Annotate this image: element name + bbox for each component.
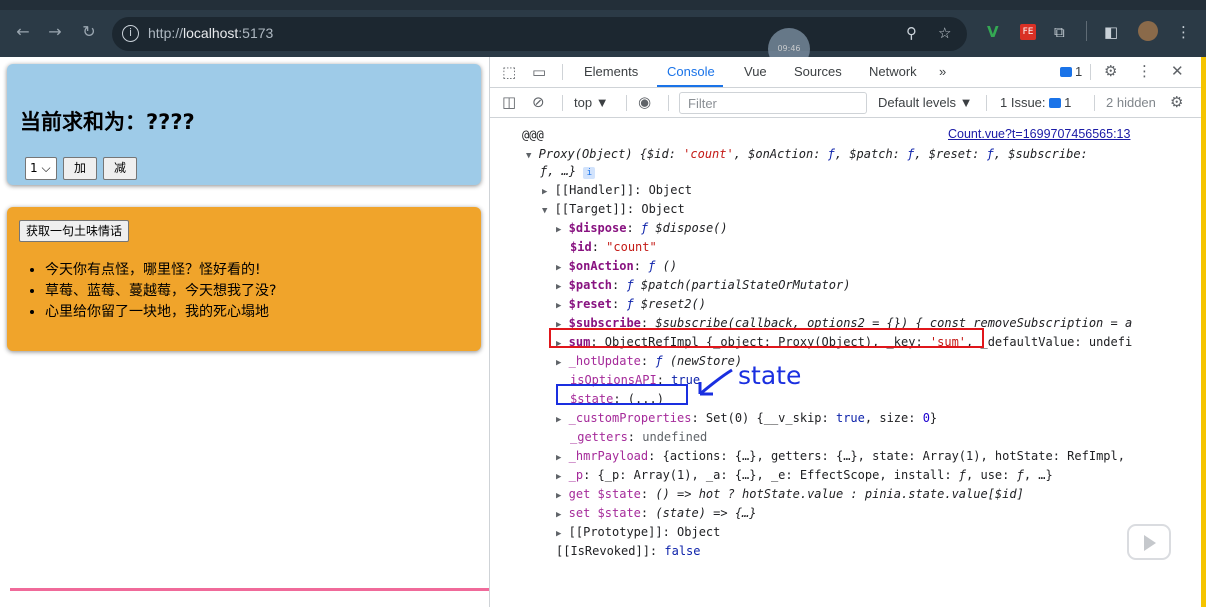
clock-text: 09:46 xyxy=(777,44,801,53)
star-icon[interactable]: ☆ xyxy=(938,24,951,42)
annotation-arrow-icon xyxy=(698,368,733,396)
tree-row-prototype[interactable]: ▶ [[Prototype]]: Object xyxy=(556,523,720,542)
fetch-talk-button[interactable]: 获取一句土味情话 xyxy=(19,220,130,242)
context-select[interactable]: top ▼ xyxy=(574,95,609,110)
tree-row-hmrpayload[interactable]: ▶ _hmrPayload: {actions: {…}, getters: {… xyxy=(556,447,1125,466)
kebab-menu-icon[interactable]: ⋮ xyxy=(1176,23,1191,41)
tree-row-customproperties[interactable]: ▶ _customProperties: Set(0) {__v_skip: t… xyxy=(556,409,937,428)
tab-console[interactable]: Console xyxy=(667,64,715,79)
inspect-icon[interactable]: ⬚ xyxy=(502,63,516,81)
tree-row-set-state[interactable]: ▶ set $state: (state) => {…} xyxy=(556,504,757,523)
sidepanel-icon[interactable]: ◧ xyxy=(1104,23,1118,41)
divider xyxy=(986,95,987,111)
avatar[interactable] xyxy=(1138,21,1158,41)
divider xyxy=(626,95,627,111)
browser-toolbar: ← → ↻ i http://localhost:5173 ⚲ ☆ V FE ⧉… xyxy=(0,0,1206,57)
tree-row-reset[interactable]: ▶ $reset: ƒ $reset2() xyxy=(556,295,706,314)
extension-fe-icon[interactable]: FE xyxy=(1020,24,1036,40)
console-toolbar: ◫ ⊘ top ▼ ◉ Filter Default levels ▼ 1 Is… xyxy=(490,88,1202,118)
issues-badge[interactable]: 1 xyxy=(1060,64,1082,79)
source-link[interactable]: Count.vue?t=1699707456565:13 xyxy=(948,127,1130,141)
tree-row-handler[interactable]: ▶ [[Handler]]: Object xyxy=(542,181,692,200)
divider xyxy=(562,95,563,111)
count-card: 当前求和为：???? 1 ⌵ 加 减 xyxy=(7,64,481,185)
divider xyxy=(668,95,669,111)
play-button-icon[interactable] xyxy=(1127,524,1171,560)
url-text[interactable]: http://localhost:5173 xyxy=(148,25,273,41)
kebab-menu-icon[interactable]: ⋮ xyxy=(1137,62,1152,80)
list-item: 心里给你留了一块地，我的死心塌地 xyxy=(45,302,276,323)
step-select[interactable]: 1 ⌵ xyxy=(25,157,57,180)
app-page: 当前求和为：???? 1 ⌵ 加 减 获取一句土味情话 今天你有点怪，哪里怪？怪… xyxy=(0,57,489,607)
filter-input[interactable]: Filter xyxy=(679,92,867,114)
count-controls: 1 ⌵ 加 减 xyxy=(25,157,138,180)
eye-icon[interactable]: ◉ xyxy=(638,93,651,111)
divider xyxy=(1090,64,1091,80)
tree-row-getters: _getters: undefined xyxy=(570,430,708,444)
tree-row-get-state[interactable]: ▶ get $state: () => hot ? hotState.value… xyxy=(556,485,1024,504)
hidden-count: 2 hidden xyxy=(1106,95,1156,110)
log-label: @@@ xyxy=(522,128,544,142)
annotation-red-box xyxy=(549,328,984,348)
close-icon[interactable]: ✕ xyxy=(1171,62,1184,80)
active-tab-indicator xyxy=(657,85,723,87)
forward-arrow-icon[interactable]: → xyxy=(44,22,66,41)
back-arrow-icon[interactable]: ← xyxy=(12,22,34,41)
puzzle-icon[interactable]: ⧉ xyxy=(1054,23,1065,41)
log-levels-select[interactable]: Default levels ▼ xyxy=(878,95,973,110)
tree-row-dispose[interactable]: ▶ $dispose: ƒ $dispose() xyxy=(556,219,728,238)
log-object-cont: ƒ, …} i xyxy=(540,162,596,181)
tree-row-p[interactable]: ▶ _p: {_p: Array(1), _a: {…}, _e: Effect… xyxy=(556,466,1053,485)
info-icon[interactable]: i xyxy=(122,25,139,42)
devtools-tabbar: ⬚ ▭ Elements Console Vue Sources Network… xyxy=(490,57,1202,88)
log-object[interactable]: ▼ Proxy(Object) {$id: 'count', $onAction… xyxy=(526,145,1088,164)
reload-icon[interactable]: ↻ xyxy=(78,22,100,41)
sum-title: 当前求和为：???? xyxy=(20,110,195,134)
message-icon xyxy=(1060,67,1072,77)
extension-v-icon[interactable]: V xyxy=(987,23,999,41)
tree-row-isrevoked: [[IsRevoked]]: false xyxy=(556,544,701,558)
tab-vue[interactable]: Vue xyxy=(744,64,767,79)
console-output: @@@ Count.vue?t=1699707456565:13 ▼ Proxy… xyxy=(490,119,1202,607)
window-edge xyxy=(1201,57,1206,607)
tab-sources[interactable]: Sources xyxy=(794,64,842,79)
annotation-blue-box xyxy=(556,384,688,405)
zoom-icon[interactable]: ⚲ xyxy=(906,24,917,42)
add-button[interactable]: 加 xyxy=(63,157,98,180)
tree-row-target[interactable]: ▼ [[Target]]: Object xyxy=(542,200,685,219)
list-item: 今天你有点怪，哪里怪？怪好看的! xyxy=(45,260,276,281)
more-tabs-icon[interactable]: » xyxy=(939,64,946,79)
annotation-label: state xyxy=(738,361,802,390)
tab-elements[interactable]: Elements xyxy=(584,64,638,79)
tree-row-id: $id: "count" xyxy=(570,240,657,254)
message-icon xyxy=(1049,98,1062,108)
device-toggle-icon[interactable]: ▭ xyxy=(532,63,546,81)
gear-icon[interactable]: ⚙ xyxy=(1170,93,1183,111)
info-icon[interactable]: i xyxy=(583,167,596,179)
talk-list: 今天你有点怪，哪里怪？怪好看的! 草莓、蓝莓、蔓越莓，今天想我了没? 心里给你留… xyxy=(45,260,276,323)
sidebar-toggle-icon[interactable]: ◫ xyxy=(502,93,516,111)
divider xyxy=(562,64,563,80)
tab-strip xyxy=(0,0,1206,10)
clear-console-icon[interactable]: ⊘ xyxy=(532,93,545,111)
tab-network[interactable]: Network xyxy=(869,64,917,79)
toolbar-divider xyxy=(1086,21,1087,41)
tree-row-onaction[interactable]: ▶ $onAction: ƒ () xyxy=(556,257,677,276)
gear-icon[interactable]: ⚙ xyxy=(1104,62,1117,80)
list-item: 草莓、蓝莓、蔓越莓，今天想我了没? xyxy=(45,281,276,302)
minus-button[interactable]: 减 xyxy=(103,157,138,180)
talk-card: 获取一句土味情话 今天你有点怪，哪里怪？怪好看的! 草莓、蓝莓、蔓越莓，今天想我… xyxy=(7,207,481,351)
address-bar[interactable]: i http://localhost:5173 ⚲ ☆ xyxy=(112,17,967,51)
divider xyxy=(1094,95,1095,111)
issues-link[interactable]: 1 Issue: 1 xyxy=(1000,95,1071,110)
tree-row-patch[interactable]: ▶ $patch: ƒ $patch(partialStateOrMutator… xyxy=(556,276,850,295)
